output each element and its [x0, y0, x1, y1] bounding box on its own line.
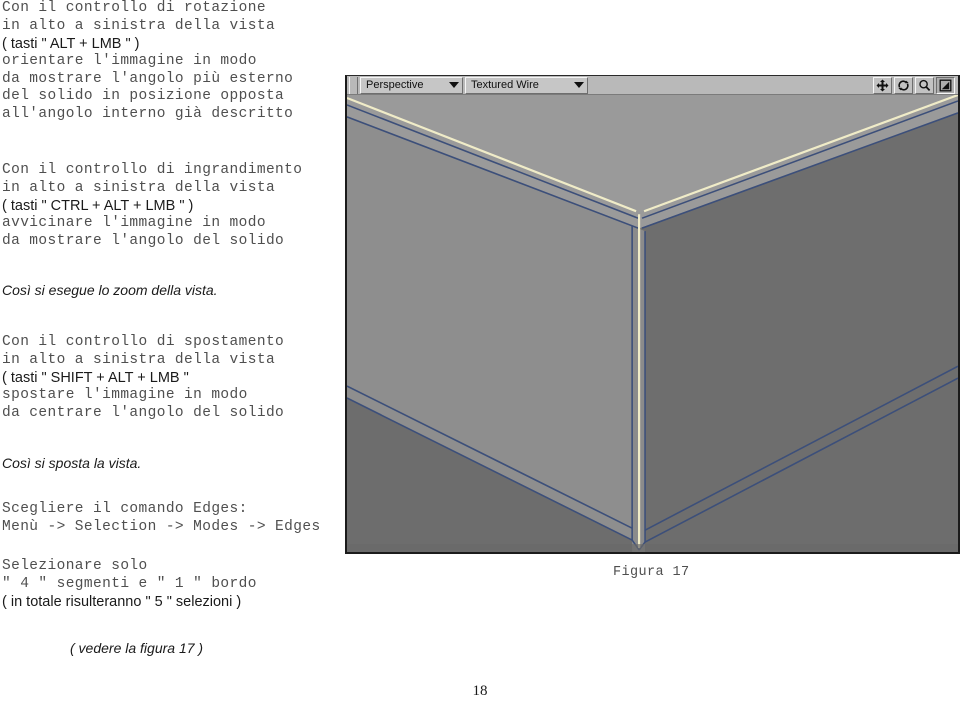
zoom-shortcut: ( tasti " CTRL + ALT + LMB " )	[2, 198, 194, 214]
selection-line-1: Selezionare solo	[2, 558, 148, 574]
selection-instruction-block: Selezionare solo " 4 " segmenti e " 1 " …	[2, 558, 257, 611]
rotation-line-1: Con il controllo di rotazione	[2, 0, 266, 16]
pan-line-1: Con il controllo di spostamento	[2, 334, 285, 350]
rotation-line-2: in alto a sinistra della vista	[2, 17, 276, 34]
page-number: 18	[472, 683, 488, 699]
zoom-line-5: da mostrare l'angolo del solido	[2, 232, 285, 249]
chevron-down-icon[interactable]	[449, 82, 459, 88]
view-type-label: Perspective	[366, 79, 424, 91]
rotation-shortcut: ( tasti " ALT + LMB " )	[2, 36, 140, 52]
viewport-toolbar: Perspective Textured Wire	[347, 76, 958, 95]
edges-line-1: Scegliere il comando Edges:	[2, 501, 248, 517]
selection-line-2: " 4 " segmenti e " 1 " bordo	[2, 575, 257, 592]
chevron-down-icon[interactable]	[574, 82, 584, 88]
figure-caption: Figura 17	[613, 565, 690, 580]
toolbar-filler	[588, 76, 871, 94]
rotation-line-5: da mostrare l'angolo più esterno	[2, 70, 294, 87]
pan-note-block: Così si sposta la vista.	[2, 454, 141, 472]
rotation-line-7: all'angolo interno già descritto	[2, 105, 294, 122]
zoom-line-4: avvicinare l'immagine in modo	[2, 215, 266, 231]
maximize-viewport-button[interactable]	[936, 76, 955, 94]
box-corner-scene	[347, 95, 958, 552]
rotation-instruction-block: Con il controllo di rotazione in alto a …	[2, 0, 293, 123]
pan-line-5: da centrare l'angolo del solido	[2, 404, 285, 421]
zoom-note-block: Così si esegue lo zoom della vista.	[2, 281, 218, 299]
pan-line-2: in alto a sinistra della vista	[2, 351, 276, 368]
pan-tool-button[interactable]	[873, 76, 892, 94]
instruction-column: Con il controllo di rotazione in alto a …	[0, 0, 345, 703]
orbit-icon	[897, 79, 910, 92]
view-type-dropdown[interactable]: Perspective	[360, 76, 463, 94]
zoom-note-text: Così si esegue lo zoom della vista.	[2, 282, 218, 298]
zoom-tool-button[interactable]	[915, 76, 934, 94]
shading-mode-label: Textured Wire	[471, 79, 539, 91]
edges-command-block: Scegliere il comando Edges: Menù -> Sele…	[2, 501, 321, 536]
magnifier-icon	[918, 79, 931, 92]
maximize-viewport-icon	[939, 79, 952, 92]
rotation-line-6: del solido in posizione opposta	[2, 88, 285, 104]
viewport-3d-canvas[interactable]	[347, 95, 958, 552]
toolbar-grip	[349, 76, 358, 94]
pan-line-4: spostare l'immagine in modo	[2, 387, 248, 403]
pan-instruction-block: Con il controllo di spostamento in alto …	[2, 334, 284, 422]
viewport-panel[interactable]: Perspective Textured Wire	[345, 75, 960, 554]
viewport-nav-buttons	[871, 76, 955, 94]
orbit-tool-button[interactable]	[894, 76, 913, 94]
zoom-line-2: in alto a sinistra della vista	[2, 179, 276, 196]
zoom-line-1: Con il controllo di ingrandimento	[2, 162, 303, 178]
edges-menu-path: Menù -> Selection -> Modes -> Edges	[2, 518, 321, 535]
shading-mode-dropdown[interactable]: Textured Wire	[465, 76, 588, 94]
selection-total-note: ( in totale risulteranno " 5 " selezioni…	[2, 594, 242, 610]
pan-note-text: Così si sposta la vista.	[2, 455, 142, 471]
rotation-line-4: orientare l'immagine in modo	[2, 53, 257, 69]
zoom-instruction-block: Con il controllo di ingrandimento in alt…	[2, 162, 302, 250]
figure-reference-block: ( vedere la figura 17 )	[70, 639, 203, 657]
pan-shortcut: ( tasti " SHIFT + ALT + LMB "	[2, 370, 189, 386]
figure-reference-text: ( vedere la figura 17 )	[70, 640, 204, 656]
pan-icon	[876, 79, 889, 92]
scene-bottom-band	[347, 544, 958, 552]
